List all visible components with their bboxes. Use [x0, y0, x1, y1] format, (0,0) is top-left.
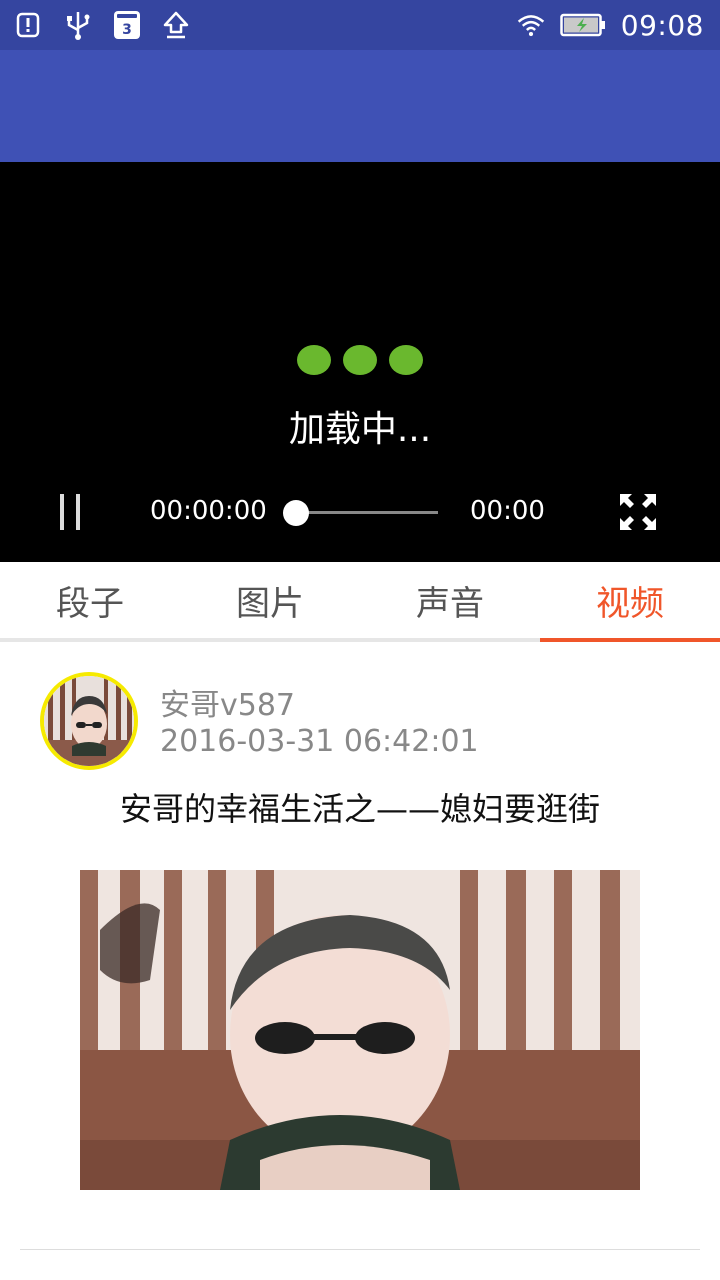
tab-pictures[interactable]: 图片 [180, 562, 360, 638]
calendar-day: 3 [122, 22, 132, 38]
player-controls: 00:00:00 00:00 [0, 482, 720, 544]
video-player[interactable]: 加载中... 00:00:00 00:00 [0, 162, 720, 562]
divider [20, 1249, 700, 1250]
usb-icon [64, 11, 92, 40]
loading-dot [343, 345, 377, 375]
pause-button[interactable] [56, 494, 86, 530]
loading-dot [389, 345, 423, 375]
tab-jokes[interactable]: 段子 [0, 562, 180, 638]
wifi-icon [517, 11, 545, 39]
total-time: 00:00 [470, 496, 545, 526]
video-post[interactable]: 安哥v587 2016-03-31 06:42:01 安哥的幸福生活之——媳妇要… [0, 642, 720, 1280]
seek-bar[interactable] [296, 511, 438, 514]
app-bar [0, 50, 720, 162]
tab-audio[interactable]: 声音 [360, 562, 540, 638]
upload-icon [162, 11, 190, 39]
loading-dot [297, 345, 331, 375]
fullscreen-icon[interactable] [618, 492, 658, 532]
alert-icon [14, 11, 42, 39]
loading-text: 加载中... [288, 409, 432, 450]
current-time: 00:00:00 [150, 496, 267, 526]
post-time: 2016-03-31 06:42:01 [160, 724, 479, 759]
avatar[interactable] [40, 672, 138, 770]
clock: 09:08 [620, 8, 704, 42]
tab-video[interactable]: 视频 [540, 562, 720, 642]
calendar-icon: 3 [114, 11, 140, 39]
loading-indicator [0, 345, 720, 375]
status-left-icons: 3 [0, 11, 190, 40]
category-tabs: 段子 图片 声音 视频 [0, 562, 720, 642]
battery-icon [559, 11, 607, 39]
post-title[interactable]: 安哥的幸福生活之——媳妇要逛街 [0, 784, 720, 830]
status-right-icons: 09:08 [517, 9, 720, 42]
status-bar: 3 09:08 [0, 0, 720, 50]
video-thumbnail[interactable] [80, 870, 640, 1190]
seek-thumb[interactable] [283, 500, 309, 526]
author-name[interactable]: 安哥v587 [160, 680, 295, 724]
